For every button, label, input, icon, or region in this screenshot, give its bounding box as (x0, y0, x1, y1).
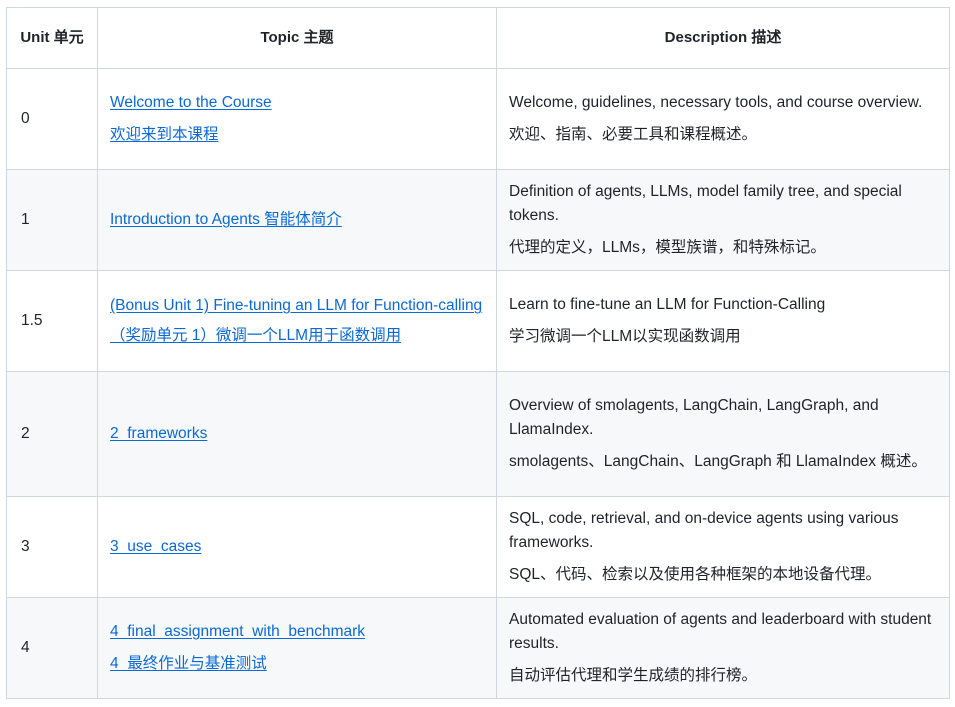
table-row: 3 3_use_cases SQL, code, retrieval, and … (6, 496, 950, 598)
table-row: 2 2_frameworks Overview of smolagents, L… (6, 371, 950, 497)
topic-cell: 4_final_assignment_with_benchmark 4_最终作业… (97, 597, 497, 699)
description-zh: 代理的定义，LLMs，模型族谱，和特殊标记。 (509, 239, 826, 256)
course-units-table: Unit 单元 Topic 主题 Description 描述 0 Welcom… (6, 7, 950, 699)
topic-link[interactable]: (Bonus Unit 1) Fine-tuning an LLM for Fu… (110, 297, 482, 314)
topic-link-zh[interactable]: （奖励单元 1）微调一个LLM用于函数调用 (110, 327, 401, 344)
description-zh: 自动评估代理和学生成绩的排行榜。 (509, 667, 758, 684)
table-body: 0 Welcome to the Course 欢迎来到本课程 Welcome,… (6, 68, 950, 699)
description-en: Learn to fine-tune an LLM for Function-C… (509, 296, 826, 313)
description-cell: SQL, code, retrieval, and on-device agen… (496, 496, 950, 598)
table-row: 1.5 (Bonus Unit 1) Fine-tuning an LLM fo… (6, 270, 950, 372)
topic-cell: 2_frameworks (97, 371, 497, 497)
topic-cell: 3_use_cases (97, 496, 497, 598)
unit-cell: 4 (6, 597, 98, 699)
table-row: 0 Welcome to the Course 欢迎来到本课程 Welcome,… (6, 68, 950, 170)
topic-link[interactable]: Welcome to the Course (110, 94, 272, 111)
table-row: 1 Introduction to Agents 智能体简介 Definitio… (6, 169, 950, 271)
topic-cell: (Bonus Unit 1) Fine-tuning an LLM for Fu… (97, 270, 497, 372)
unit-cell: 1 (6, 169, 98, 271)
unit-cell: 0 (6, 68, 98, 170)
description-cell: Learn to fine-tune an LLM for Function-C… (496, 270, 950, 372)
topic-link[interactable]: 2_frameworks (110, 425, 207, 442)
description-cell: Definition of agents, LLMs, model family… (496, 169, 950, 271)
unit-cell: 3 (6, 496, 98, 598)
header-topic: Topic 主题 (97, 7, 497, 69)
description-zh: 欢迎、指南、必要工具和课程概述。 (509, 126, 758, 143)
unit-cell: 2 (6, 371, 98, 497)
description-en: Definition of agents, LLMs, model family… (509, 183, 902, 224)
header-row: Unit 单元 Topic 主题 Description 描述 (6, 7, 950, 69)
header-description: Description 描述 (496, 7, 950, 69)
unit-cell: 1.5 (6, 270, 98, 372)
description-cell: Welcome, guidelines, necessary tools, an… (496, 68, 950, 170)
description-zh: SQL、代码、检索以及使用各种框架的本地设备代理。 (509, 566, 882, 583)
description-en: Welcome, guidelines, necessary tools, an… (509, 94, 923, 111)
table-row: 4 4_final_assignment_with_benchmark 4_最终… (6, 597, 950, 699)
topic-cell: Introduction to Agents 智能体简介 (97, 169, 497, 271)
table-header: Unit 单元 Topic 主题 Description 描述 (6, 7, 950, 69)
description-zh: smolagents、LangChain、LangGraph 和 LlamaIn… (509, 453, 927, 470)
description-cell: Overview of smolagents, LangChain, LangG… (496, 371, 950, 497)
description-en: Automated evaluation of agents and leade… (509, 611, 932, 652)
description-cell: Automated evaluation of agents and leade… (496, 597, 950, 699)
topic-link-zh[interactable]: 欢迎来到本课程 (110, 126, 219, 143)
description-en: Overview of smolagents, LangChain, LangG… (509, 397, 879, 438)
header-unit: Unit 单元 (6, 7, 98, 69)
topic-link[interactable]: 3_use_cases (110, 538, 201, 555)
description-zh: 学习微调一个LLM以实现函数调用 (509, 328, 741, 345)
topic-cell: Welcome to the Course 欢迎来到本课程 (97, 68, 497, 170)
description-en: SQL, code, retrieval, and on-device agen… (509, 510, 899, 551)
topic-link[interactable]: Introduction to Agents 智能体简介 (110, 211, 342, 228)
topic-link[interactable]: 4_final_assignment_with_benchmark (110, 623, 365, 640)
topic-link-zh[interactable]: 4_最终作业与基准测试 (110, 655, 267, 672)
